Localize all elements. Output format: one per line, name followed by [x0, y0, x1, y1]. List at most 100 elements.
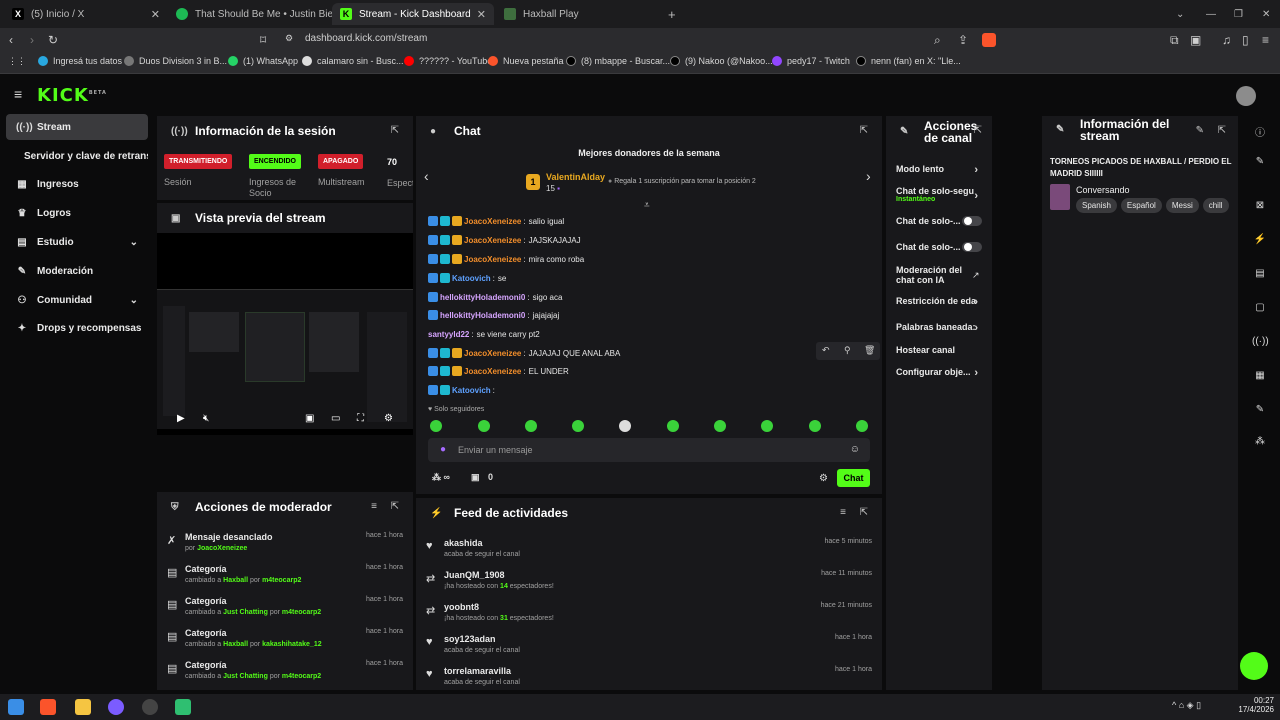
- emote-only-toggle[interactable]: [962, 242, 982, 252]
- minimize-button[interactable]: —: [1198, 3, 1218, 25]
- settings-icon[interactable]: ⚙: [819, 473, 828, 484]
- close-icon[interactable]: ✕: [477, 8, 486, 21]
- new-tab-button[interactable]: +: [660, 3, 680, 25]
- bookmark-item[interactable]: (9) Nakoo (@Nakoo...: [670, 56, 773, 66]
- chat-message[interactable]: santyyld22: se viene carry pt2: [428, 325, 540, 343]
- url-field[interactable]: dashboard.kick.com/stream: [305, 33, 427, 44]
- bookmark-item[interactable]: Nueva pestaña: [488, 56, 564, 66]
- bookmark-item[interactable]: (8) mbappe - Buscar...: [566, 56, 670, 66]
- chat-username[interactable]: JoacoXeneizee: [464, 217, 521, 226]
- sidebar-item-comunidad[interactable]: ⚇ Comunidad ⌄: [6, 287, 148, 313]
- emote-icon[interactable]: [714, 420, 726, 432]
- tabs-icon[interactable]: ▣: [1190, 33, 1201, 47]
- chat-username[interactable]: Katoovich: [452, 274, 491, 283]
- chat-message[interactable]: JoacoXeneizee: JAJSKAJAJAJ: [428, 231, 581, 249]
- chat-message[interactable]: hellokittyHolademoni0: sigo aca: [428, 288, 562, 306]
- bookmark-item[interactable]: (1) WhatsApp: [228, 56, 298, 66]
- emote-icon[interactable]: [525, 420, 537, 432]
- play-icon[interactable]: ▶: [177, 413, 185, 424]
- chat-username[interactable]: hellokittyHolademoni0: [440, 311, 525, 320]
- close-window-button[interactable]: ✕: [1254, 3, 1274, 25]
- reply-icon[interactable]: ↶: [822, 345, 830, 356]
- chevron-left-icon[interactable]: ‹: [424, 168, 429, 184]
- settings-icon[interactable]: ⚙: [384, 413, 393, 424]
- scroll-down-icon[interactable]: ⩡: [644, 200, 650, 211]
- app-icon[interactable]: [175, 699, 191, 715]
- emote-icon[interactable]: [856, 420, 868, 432]
- chat-input[interactable]: ● Enviar un mensaje ☺: [428, 438, 870, 462]
- popout-icon[interactable]: ⇱: [974, 125, 982, 136]
- theater-icon[interactable]: ▭: [331, 413, 340, 424]
- clock[interactable]: 00:27 17/4/2026: [1236, 696, 1274, 714]
- bookmark-item[interactable]: Ingresá tus datos: [38, 56, 122, 66]
- hamburger-icon[interactable]: ≡: [14, 86, 22, 102]
- emote-icon[interactable]: [809, 420, 821, 432]
- stream-video[interactable]: [157, 289, 413, 429]
- popout-icon[interactable]: ⇱: [391, 501, 399, 512]
- chat-message[interactable]: JoacoXeneizee: JAJAJAJ QUE ANAL ABA: [428, 344, 620, 362]
- chat-username[interactable]: JoacoXeneizee: [464, 255, 521, 264]
- chat-message[interactable]: JoacoXeneizee: salio igual: [428, 212, 564, 230]
- chat-username[interactable]: hellokittyHolademoni0: [440, 293, 525, 302]
- slow-mode-row[interactable]: Modo lento ›: [896, 164, 982, 176]
- mute-icon[interactable]: 🔇︎: [203, 413, 209, 424]
- points-display[interactable]: ⁂ ∞: [432, 472, 450, 483]
- sidebar-item-stream[interactable]: ((·)) Stream: [6, 114, 148, 140]
- emote-icon[interactable]: [761, 420, 773, 432]
- edit-icon[interactable]: ✎: [1196, 125, 1204, 136]
- chat-username[interactable]: Katoovich: [452, 386, 491, 395]
- filter-icon[interactable]: ≡: [371, 501, 377, 512]
- pin-icon[interactable]: ⚲: [844, 345, 851, 356]
- extensions-icon[interactable]: ⧉: [1170, 33, 1179, 48]
- bookmark-item[interactable]: ?????? - YouTube: [404, 56, 492, 66]
- tag[interactable]: Español: [1120, 198, 1162, 213]
- chat-username[interactable]: JoacoXeneizee: [464, 349, 521, 358]
- menu-icon[interactable]: ≡: [1262, 33, 1269, 47]
- kick-logo[interactable]: KICKBETA: [37, 85, 107, 106]
- browser-tab-x[interactable]: X (5) Inicio / X ✕: [4, 3, 168, 25]
- pip-icon[interactable]: ▣: [305, 413, 314, 424]
- app-icon[interactable]: [108, 699, 124, 715]
- fullscreen-icon[interactable]: ⛶: [357, 413, 364, 424]
- followers-only-row[interactable]: Chat de solo-segu Instantáneo ›: [896, 186, 982, 203]
- site-info-icon[interactable]: ⚙: [285, 33, 293, 44]
- app-icon[interactable]: [142, 699, 158, 715]
- popout-icon[interactable]: ⇱: [860, 125, 868, 136]
- emote-icon[interactable]: [667, 420, 679, 432]
- tag[interactable]: chill: [1202, 198, 1229, 213]
- reload-icon[interactable]: ↻: [48, 33, 58, 47]
- browser-tab-spotify[interactable]: That Should Be Me • Justin Bieber: [168, 3, 332, 25]
- emote-icon[interactable]: [572, 420, 584, 432]
- close-icon[interactable]: ✕: [151, 8, 160, 21]
- info-icon[interactable]: ⓘ: [1252, 124, 1268, 140]
- top-donor-name[interactable]: ValentinAlday: [546, 172, 605, 182]
- maximize-button[interactable]: ❐: [1226, 3, 1246, 25]
- browser-tab-kick[interactable]: K Stream - Kick Dashboard ✕: [332, 3, 494, 25]
- chat-username[interactable]: JoacoXeneizee: [464, 236, 521, 245]
- edit-icon[interactable]: ✎: [1252, 156, 1268, 172]
- bookmark-item[interactable]: nenn (fan) en X: "Lle...: [856, 56, 961, 66]
- wrench-icon[interactable]: ✎: [1252, 404, 1268, 420]
- category-name[interactable]: Conversando: [1076, 185, 1130, 195]
- emoji-icon[interactable]: ☺: [850, 444, 860, 455]
- chevron-down-icon[interactable]: ⌄: [1168, 3, 1188, 25]
- chevron-right-icon[interactable]: ›: [866, 168, 871, 184]
- chat-message[interactable]: Katoovich:: [428, 381, 498, 399]
- sidebar-item-moderacion[interactable]: ✎ Moderación: [6, 258, 148, 284]
- help-button[interactable]: [1240, 652, 1268, 680]
- host-channel-row[interactable]: Hostear canal: [896, 345, 982, 355]
- music-icon[interactable]: ♫: [1222, 33, 1231, 47]
- browser-tab-haxball[interactable]: Haxball Play: [496, 3, 660, 25]
- brave-icon[interactable]: [40, 699, 56, 715]
- emote-icon[interactable]: [619, 420, 631, 432]
- bookmark-item[interactable]: Duos Division 3 in B...: [124, 56, 227, 66]
- stream-icon[interactable]: ((·)): [1252, 336, 1269, 352]
- age-restriction-row[interactable]: Restricción de eda ›: [896, 296, 982, 308]
- chat-username[interactable]: JoacoXeneizee: [464, 367, 521, 376]
- filter-icon[interactable]: ≡: [840, 507, 846, 518]
- emote-icon[interactable]: [478, 420, 490, 432]
- trash-icon[interactable]: 🗑︎: [864, 345, 875, 356]
- sub-only-toggle[interactable]: [962, 216, 982, 226]
- chat-icon[interactable]: ▢: [1252, 302, 1268, 318]
- popout-icon[interactable]: ⇱: [860, 507, 868, 518]
